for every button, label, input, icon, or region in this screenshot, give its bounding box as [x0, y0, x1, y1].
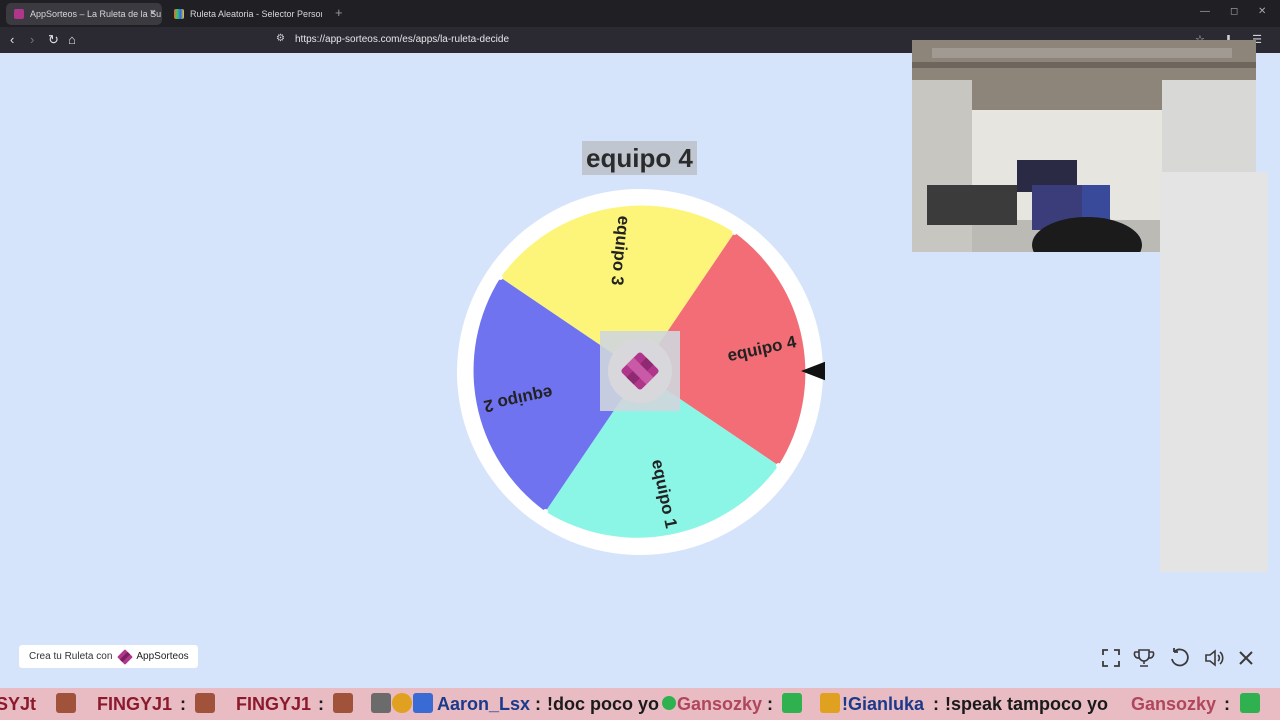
maximize-icon[interactable]: ◻ — [1230, 6, 1238, 17]
back-icon[interactable]: ‹ — [10, 31, 14, 49]
chat-ticker: SYJt FINGYJ1 : FINGYJ1 : Aaron_Lsx : !do… — [0, 688, 1280, 720]
segment-peg — [498, 275, 503, 280]
window-close-icon[interactable]: ✕ — [1258, 6, 1266, 17]
ticker-separator: : — [535, 694, 541, 714]
ticker-message: !doc poco yo — [547, 694, 659, 714]
badge-icon — [662, 696, 676, 710]
wheel-result-label: equipo 4 — [582, 141, 697, 175]
site-info-icon[interactable]: ⚙ — [276, 33, 285, 44]
emote-icon — [195, 693, 215, 713]
ticker-username: !Gianluka — [842, 694, 925, 714]
wheel-svg[interactable]: equipo 3 equipo 4 equipo 1 equipo 2 — [455, 187, 843, 557]
avatar-icon — [371, 693, 391, 713]
ticker-username: Gansozky — [677, 694, 763, 714]
reset-icon[interactable] — [1168, 647, 1190, 669]
minimize-icon[interactable]: — — [1200, 6, 1210, 17]
badge-text: Crea tu Ruleta con — [29, 651, 113, 662]
url-text: https://app-sorteos.com/es/apps/la-rulet… — [295, 34, 509, 45]
segment-peg — [543, 509, 548, 514]
ticker-username: FINGYJ1 — [97, 694, 173, 714]
forward-icon[interactable]: › — [30, 31, 34, 49]
segment-peg — [732, 230, 737, 235]
badge-brand: AppSorteos — [136, 651, 189, 662]
ticker-username: FINGYJ1 — [236, 694, 312, 714]
address-bar[interactable]: ⚙ https://app-sorteos.com/es/apps/la-rul… — [270, 30, 910, 50]
ticker-username: SYJt — [0, 694, 37, 714]
ticker-separator: : — [1224, 694, 1230, 714]
tab-label: Ruleta Aleatoria - Selector Personaliz — [190, 9, 322, 19]
ticker-separator: : — [318, 694, 324, 714]
ruleta-favicon-icon — [174, 9, 184, 19]
reload-icon[interactable]: ↻ — [48, 31, 59, 49]
ticker-separator: : — [180, 694, 186, 714]
browser-tab-bar: AppSorteos – La Ruleta de la Su × Ruleta… — [0, 0, 1280, 27]
tab-label: AppSorteos – La Ruleta de la Su — [30, 9, 162, 19]
segment-peg — [776, 463, 781, 468]
tab-ruleta-aleatoria[interactable]: Ruleta Aleatoria - Selector Personaliz — [166, 3, 322, 25]
close-tab-icon[interactable]: × — [150, 7, 156, 19]
emote-icon — [333, 693, 353, 713]
new-tab-button[interactable]: + — [335, 5, 343, 20]
badge-icon — [413, 693, 433, 713]
emote-icon — [1240, 693, 1260, 713]
trophy-icon[interactable] — [1133, 647, 1155, 669]
crown-icon — [820, 693, 840, 713]
fullscreen-icon[interactable] — [1100, 647, 1122, 669]
appsorteos-favicon-icon — [14, 9, 24, 19]
appsorteos-logo-icon — [118, 649, 133, 664]
badge-icon — [392, 693, 412, 713]
create-wheel-badge[interactable]: Crea tu Ruleta con AppSorteos — [19, 645, 198, 668]
ticker-separator: : — [767, 694, 773, 714]
volume-icon[interactable] — [1203, 647, 1225, 669]
home-icon[interactable]: ⌂ — [68, 31, 76, 49]
close-icon[interactable] — [1235, 647, 1257, 669]
ticker-message: !speak tampoco yo — [945, 694, 1109, 714]
tab-appsorteos[interactable]: AppSorteos – La Ruleta de la Su × — [6, 3, 162, 25]
ticker-username: Aaron_Lsx — [437, 694, 531, 714]
side-panel-placeholder — [1160, 172, 1268, 572]
emote-icon — [56, 693, 76, 713]
ticker-separator: : — [933, 694, 939, 714]
ticker-username: Gansozky — [1131, 694, 1217, 714]
wheel[interactable]: equipo 3 equipo 4 equipo 1 equipo 2 — [455, 187, 843, 557]
emote-icon — [782, 693, 802, 713]
